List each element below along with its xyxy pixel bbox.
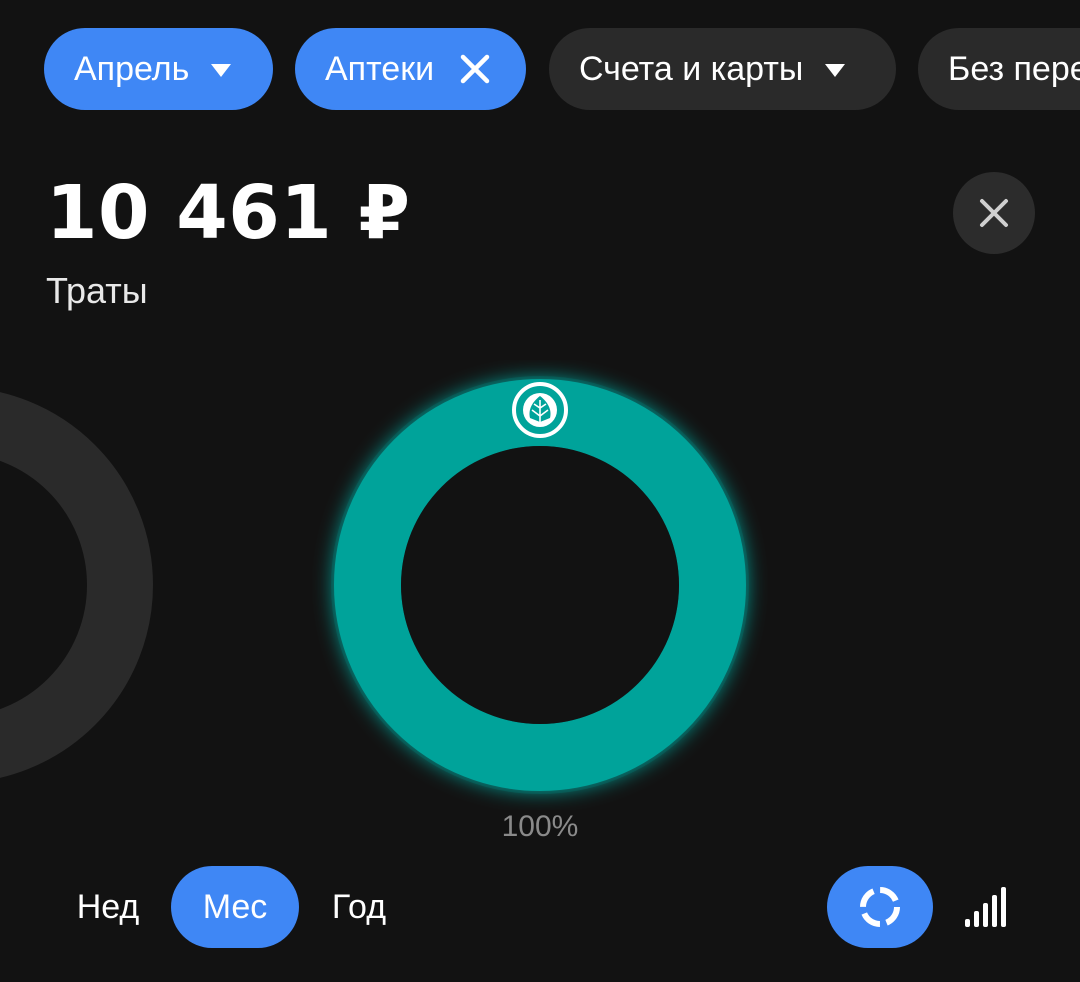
donut-view-button[interactable]: [827, 866, 933, 948]
donut-chart: [0, 376, 749, 794]
previous-period-ring[interactable]: [0, 392, 153, 778]
close-icon[interactable]: [460, 54, 490, 84]
month-filter-label: Апрель: [74, 49, 190, 88]
transfers-filter-chip[interactable]: Без переводов: [918, 28, 1080, 110]
segment-percentage: 100%: [501, 810, 579, 843]
month-filter-chip[interactable]: Апрель: [44, 28, 273, 110]
accounts-filter-chip[interactable]: Счета и карты: [549, 28, 896, 110]
close-button[interactable]: [953, 172, 1035, 254]
category-filter-label: Аптеки: [325, 49, 435, 88]
close-icon: [980, 199, 1008, 227]
category-filter-chip[interactable]: Аптеки: [295, 28, 526, 110]
donut-chart-area: [0, 360, 1080, 810]
pharmacy-leaf-icon: [512, 382, 568, 438]
period-week[interactable]: Нед: [60, 866, 156, 948]
amount-label: Траты: [46, 270, 148, 311]
donut-chart-icon: [860, 887, 900, 927]
period-month[interactable]: Мес: [171, 866, 299, 948]
dropdown-triangle-icon: [825, 64, 846, 77]
bars-view-button[interactable]: [950, 866, 1020, 948]
accounts-filter-label: Счета и карты: [579, 49, 804, 88]
period-year[interactable]: Год: [314, 866, 404, 948]
dropdown-triangle-icon: [211, 64, 232, 77]
bar-chart-icon: [965, 887, 1006, 927]
total-amount: 10 461 ₽: [46, 170, 411, 256]
transfers-filter-label: Без переводов: [948, 49, 1080, 88]
filter-chips-row: Апрель Аптеки Счета и карты Без переводо…: [0, 28, 1080, 112]
